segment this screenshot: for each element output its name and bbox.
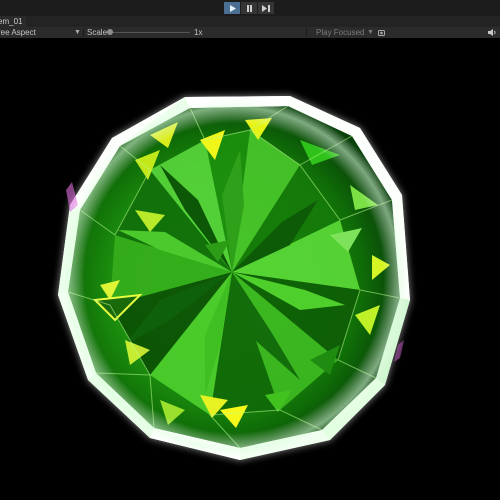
scale-value: 1x — [194, 28, 203, 37]
camera-icon[interactable] — [378, 29, 385, 36]
pause-icon — [246, 4, 252, 12]
playback-toolbar — [0, 0, 500, 16]
tab-title: em_01 — [0, 17, 23, 26]
play-focused-label: Play Focused — [316, 28, 365, 37]
aspect-label: ree Aspect — [0, 28, 36, 37]
divider — [83, 28, 84, 37]
scale-label: Scale — [87, 28, 108, 37]
chevron-down-icon: ▼ — [74, 29, 81, 36]
play-button[interactable] — [224, 2, 241, 14]
speaker-icon[interactable] — [488, 29, 497, 36]
scale-slider-handle[interactable] — [107, 29, 113, 35]
step-icon — [262, 4, 270, 12]
emerald-gem — [58, 96, 410, 460]
game-viewport[interactable] — [0, 38, 500, 500]
tab-bar: em_01 — [0, 16, 500, 27]
play-icon — [229, 4, 236, 12]
pause-button[interactable] — [241, 2, 258, 14]
chevron-down-icon: ▼ — [367, 29, 374, 36]
scale-slider-track[interactable] — [110, 32, 190, 33]
aspect-dropdown[interactable]: ree Aspect — [0, 27, 78, 38]
step-button[interactable] — [258, 2, 275, 14]
divider — [306, 28, 307, 37]
play-focused-dropdown[interactable]: Play Focused — [316, 27, 364, 38]
tab-scene[interactable]: em_01 — [0, 16, 27, 27]
playback-controls — [224, 2, 275, 14]
